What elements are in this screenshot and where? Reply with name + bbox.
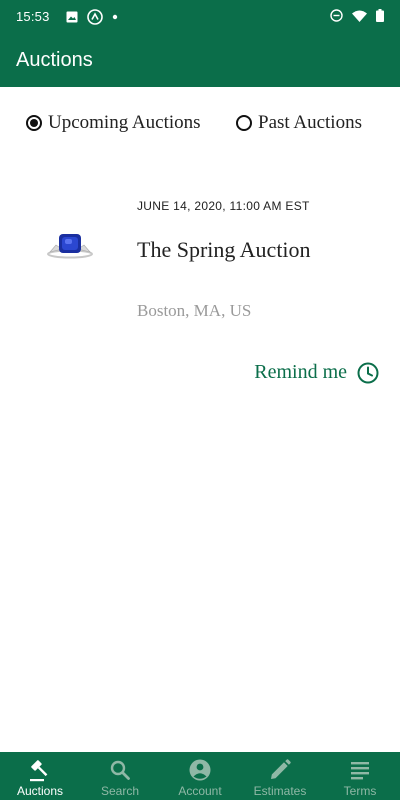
auction-filter: Upcoming Auctions Past Auctions [0, 112, 400, 144]
dot-icon [112, 14, 118, 20]
past-auctions-radio[interactable]: Past Auctions [236, 112, 362, 134]
auction-card[interactable]: JUNE 14, 2020, 11:00 AM EST The Spring A… [0, 180, 400, 400]
nav-estimates[interactable]: Estimates [240, 752, 320, 800]
nav-account[interactable]: Account [160, 752, 240, 800]
status-bar: 15:53 [0, 0, 400, 34]
radio-selected-icon [26, 115, 42, 131]
auction-date: JUNE 14, 2020, 11:00 AM EST [137, 199, 310, 213]
search-icon [110, 760, 130, 780]
status-left-icons [66, 9, 118, 25]
past-auctions-label: Past Auctions [258, 112, 362, 133]
nav-search-label: Search [100, 784, 140, 798]
remind-me-label: Remind me [254, 361, 347, 383]
pencil-icon [271, 759, 291, 779]
nav-auctions-label: Auctions [16, 784, 64, 798]
battery-icon [376, 9, 384, 22]
status-time: 15:53 [16, 9, 50, 24]
gavel-icon [30, 760, 48, 782]
page-title: Auctions [16, 49, 93, 71]
auction-location: Boston, MA, US [137, 301, 252, 320]
nav-account-label: Account [178, 784, 222, 798]
sapphire-ring-image [47, 234, 93, 259]
nav-terms-label: Terms [343, 784, 377, 798]
nav-terms[interactable]: Terms [320, 752, 400, 800]
image-icon [66, 11, 78, 23]
upcoming-auctions-radio[interactable]: Upcoming Auctions [26, 112, 201, 134]
clock-icon [357, 362, 379, 383]
app-icon [87, 9, 103, 25]
app-bar: Auctions [0, 34, 400, 87]
status-right-icons [330, 9, 384, 22]
bottom-navigation: Auctions Search Account Estimates Terms [0, 752, 400, 800]
account-icon [189, 759, 211, 781]
document-icon [351, 762, 369, 780]
radio-unselected-icon [236, 115, 252, 131]
nav-auctions[interactable]: Auctions [0, 752, 80, 800]
do-not-disturb-icon [330, 9, 343, 22]
auction-title[interactable]: The Spring Auction [137, 237, 311, 263]
nav-search[interactable]: Search [80, 752, 160, 800]
wifi-icon [352, 10, 367, 22]
remind-me-button[interactable]: Remind me [254, 361, 379, 384]
upcoming-auctions-label: Upcoming Auctions [48, 112, 201, 133]
nav-estimates-label: Estimates [253, 784, 307, 798]
